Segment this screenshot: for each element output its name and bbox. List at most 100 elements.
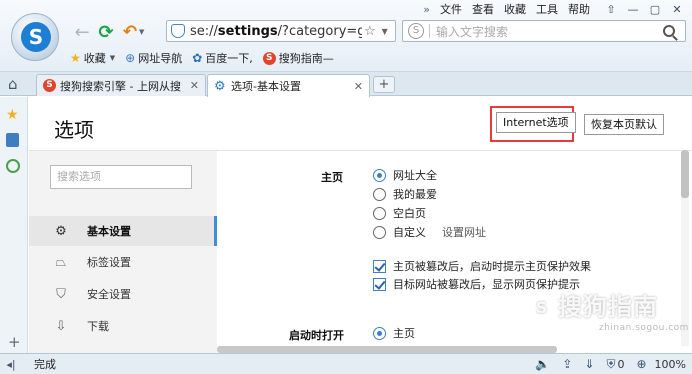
add-panel-icon[interactable]: + [8, 333, 21, 351]
bookmark-url-nav[interactable]: ⊕ 网址导航 [125, 50, 182, 66]
menu-view[interactable]: 查看 [472, 1, 494, 17]
accelerator-icon[interactable]: ⇪ [562, 357, 572, 371]
paw-icon: ✿ [192, 51, 203, 65]
back-button[interactable]: ← [70, 21, 94, 43]
search-divider [429, 24, 430, 38]
menu-help[interactable]: 帮助 [568, 1, 590, 17]
address-bar[interactable]: se://settings/?category=ger ☆ ▼ [166, 20, 396, 42]
page-title: 选项 [54, 118, 94, 142]
browser-toolbar: S » 文件 查看 收藏 工具 帮助 ⇧ — ▢ ✕ ← ⟳ ↶ ▼ se://… [0, 0, 692, 72]
window-controls: ⇧ — ▢ ✕ [600, 3, 688, 16]
address-url[interactable]: se://settings/?category=ger [190, 24, 362, 39]
tab-bar: ⌂ S 搜狗搜索引擎 - 上网从搜 ✕ ⚙ 选项-基本设置 ✕ + [0, 72, 692, 97]
favorites-dropdown-icon[interactable]: ▼ [110, 54, 115, 62]
tab-sogou-search[interactable]: S 搜狗搜索引擎 - 上网从搜 ✕ [36, 74, 206, 96]
sogou-browser-logo[interactable]: S [11, 13, 59, 61]
shield-icon: ⛉ [56, 286, 66, 302]
globe-icon: ⊕ [125, 51, 136, 65]
watermark: S 搜狗指南 [529, 287, 658, 322]
search-input[interactable]: 输入文字搜索 [436, 23, 663, 40]
menu-tools[interactable]: 工具 [536, 1, 558, 17]
download-status-icon[interactable]: ⇓ [584, 357, 594, 371]
startup-label: 启动时打开 [289, 329, 344, 342]
gear-icon: ⚙ [55, 223, 67, 239]
bookmark-favorites[interactable]: ★ 收藏 ▼ [70, 50, 115, 66]
back-arrow-icon: ← [74, 21, 90, 43]
minimize-button[interactable]: — [622, 3, 644, 16]
sogou-icon: S [43, 79, 56, 92]
nav-tab-settings[interactable]: ⏢ 标签设置 [29, 247, 217, 277]
secure-shield-icon [171, 24, 185, 38]
nav-security-settings[interactable]: ⛉ 安全设置 [29, 279, 217, 309]
navigation-buttons: ← ⟳ ↶ ▼ [70, 20, 148, 44]
search-box[interactable]: S 输入文字搜索 [402, 20, 686, 42]
side-panel: ★ + [0, 97, 28, 353]
maximize-button[interactable]: ▢ [644, 3, 666, 16]
tab-icon: ⏢ [55, 254, 67, 270]
address-dropdown-icon[interactable]: ▼ [382, 27, 388, 36]
homepage-label: 主页 [321, 171, 343, 184]
startup-option-homepage[interactable]: 主页 [373, 325, 415, 341]
radio-unselected[interactable] [373, 225, 386, 239]
menu-bar: » 文件 查看 收藏 工具 帮助 ⇧ — ▢ ✕ [423, 1, 688, 17]
gear-icon: ⚙ [214, 78, 226, 94]
checkbox-checked[interactable] [373, 259, 386, 273]
homepage-option-blank[interactable]: 空白页 [373, 205, 426, 221]
ad-block-icon[interactable]: ⛨ [606, 357, 615, 372]
horizontal-scrollbar[interactable] [217, 346, 557, 353]
homepage-option-custom[interactable]: 自定义 设置网址 [373, 224, 486, 240]
tab-options[interactable]: ⚙ 选项-基本设置 ✕ [207, 74, 370, 97]
set-url-link[interactable]: 设置网址 [442, 224, 486, 240]
sogou-icon: S [262, 51, 276, 65]
home-icon[interactable]: ⌂ [8, 75, 18, 93]
status-tools: 🔈 ⇪ ⇓ ⛨ 0 ⊕ 100% [523, 356, 686, 372]
internet-options-button[interactable]: Internet选项 [496, 112, 576, 133]
vertical-scrollbar[interactable] [681, 150, 689, 346]
nav-download[interactable]: ⇩ 下载 [29, 311, 217, 341]
favorites-star-icon[interactable]: ★ [6, 107, 19, 123]
zoom-icon[interactable]: ⊕ [636, 357, 646, 371]
radio-selected[interactable] [373, 168, 386, 182]
undo-icon: ↶ [122, 22, 138, 42]
menu-favorites[interactable]: 收藏 [504, 1, 526, 17]
settings-page: 选项 Internet选项 恢复本页默认 搜索选项 ⚙ 基本设置 ⏢ 标签设置 … [29, 97, 692, 353]
zoom-level[interactable]: 100% [655, 358, 686, 371]
checkbox-checked[interactable] [373, 277, 386, 291]
bookmarks-bar: ★ 收藏 ▼ ⊕ 网址导航 ✿ 百度一下, S 搜狗指南— [70, 49, 344, 67]
bookmark-star-icon[interactable]: ☆ [364, 24, 376, 39]
sidebar-toggle-icon[interactable]: ◂| [0, 358, 22, 371]
close-tab-icon[interactable]: ✕ [354, 80, 363, 93]
homepage-protect-checkbox[interactable]: 主页被篡改后，启动时提示主页保护效果 [373, 258, 591, 274]
menu-overflow-icon[interactable]: » [423, 3, 430, 16]
homepage-option-nav[interactable]: 网址大全 [373, 167, 437, 183]
new-tab-button[interactable]: + [373, 76, 395, 93]
radio-unselected[interactable] [373, 206, 386, 220]
blocked-count: 0 [617, 357, 625, 371]
notes-icon[interactable] [6, 133, 19, 147]
homepage-option-favorites[interactable]: 我的最爱 [373, 186, 437, 202]
close-tab-icon[interactable]: ✕ [190, 79, 199, 92]
watermark-logo-icon: S [529, 295, 555, 321]
sound-icon[interactable]: 🔈 [535, 357, 550, 371]
status-bar: ◂| 完成 🔈 ⇪ ⇓ ⛨ 0 ⊕ 100% [0, 353, 692, 374]
watermark-url: zhinan.sogou.com [599, 323, 689, 333]
close-window-button[interactable]: ✕ [666, 3, 688, 16]
skin-icon[interactable]: ⇧ [600, 3, 622, 16]
status-text: 完成 [34, 358, 56, 371]
radio-unselected[interactable] [373, 187, 386, 201]
nav-basic-settings[interactable]: ⚙ 基本设置 [29, 216, 217, 246]
menu-file[interactable]: 文件 [440, 1, 462, 17]
undo-dropdown-icon[interactable]: ▼ [139, 28, 144, 36]
bookmark-baidu[interactable]: ✿ 百度一下, [192, 50, 253, 66]
download-icon: ⇩ [55, 318, 67, 334]
options-search-input[interactable]: 搜索选项 [50, 165, 192, 189]
restore-defaults-button[interactable]: 恢复本页默认 [584, 114, 664, 135]
history-clock-icon[interactable] [6, 159, 20, 173]
search-engine-icon[interactable]: S [408, 23, 424, 39]
radio-selected[interactable] [373, 326, 386, 340]
refresh-button[interactable]: ⟳ [94, 21, 118, 43]
refresh-icon: ⟳ [98, 21, 114, 43]
scrollbar-thumb[interactable] [681, 150, 689, 198]
bookmark-sogou-guide[interactable]: S 搜狗指南— [262, 50, 334, 66]
search-icon[interactable] [663, 25, 675, 37]
